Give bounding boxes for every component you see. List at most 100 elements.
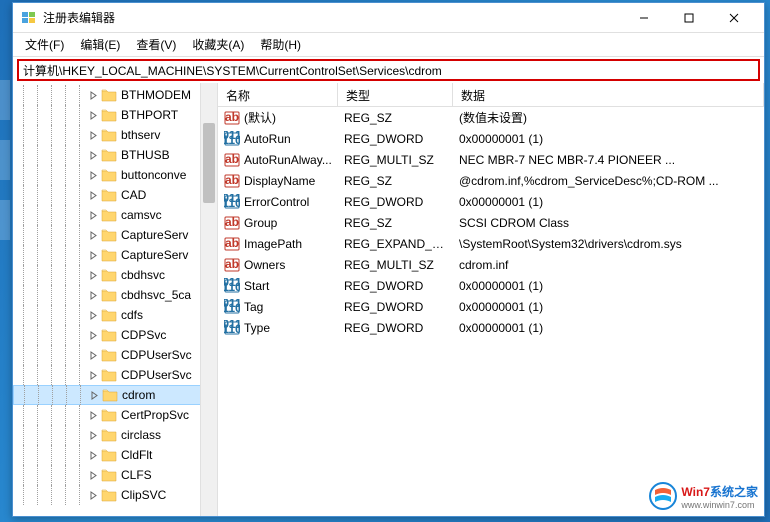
folder-icon — [101, 148, 117, 162]
tree-item-certpropsvc[interactable]: CertPropSvc — [13, 405, 217, 425]
folder-icon — [101, 108, 117, 122]
value-row[interactable]: abImagePathREG_EXPAND_SZ\SystemRoot\Syst… — [218, 233, 764, 254]
chevron-right-icon[interactable] — [87, 489, 99, 501]
header-type[interactable]: 类型 — [338, 83, 453, 106]
tree-item-label: BTHUSB — [121, 148, 170, 162]
app-icon — [21, 10, 37, 26]
tree-item-cdrom[interactable]: cdrom — [13, 385, 217, 405]
value-row[interactable]: abDisplayNameREG_SZ@cdrom.inf,%cdrom_Ser… — [218, 170, 764, 191]
tree-item-label: cbdhsvc_5ca — [121, 288, 191, 302]
tree-item-cad[interactable]: CAD — [13, 185, 217, 205]
tree-item-circlass[interactable]: circlass — [13, 425, 217, 445]
chevron-right-icon[interactable] — [87, 149, 99, 161]
chevron-right-icon[interactable] — [87, 449, 99, 461]
svg-text:110: 110 — [224, 322, 240, 336]
menu-file[interactable]: 文件(F) — [17, 33, 72, 56]
value-row[interactable]: 011110StartREG_DWORD0x00000001 (1) — [218, 275, 764, 296]
svg-text:ab: ab — [225, 236, 239, 250]
value-type: REG_MULTI_SZ — [338, 151, 453, 169]
value-row[interactable]: 011110ErrorControlREG_DWORD0x00000001 (1… — [218, 191, 764, 212]
chevron-right-icon[interactable] — [87, 409, 99, 421]
value-row[interactable]: abOwnersREG_MULTI_SZcdrom.inf — [218, 254, 764, 275]
header-data[interactable]: 数据 — [453, 83, 764, 106]
registry-tree[interactable]: BTHMODEM BTHPORTbthserv BTHUSB buttonconve C… — [13, 83, 217, 507]
watermark-logo-icon — [649, 482, 677, 510]
tree-item-clfs[interactable]: CLFS — [13, 465, 217, 485]
chevron-right-icon[interactable] — [87, 229, 99, 241]
value-type: REG_DWORD — [338, 193, 453, 211]
svg-text:ab: ab — [225, 152, 239, 166]
value-row[interactable]: ab(默认)REG_SZ(数值未设置) — [218, 107, 764, 128]
tree-item-bthusb[interactable]: BTHUSB — [13, 145, 217, 165]
folder-icon — [101, 408, 117, 422]
chevron-right-icon[interactable] — [87, 129, 99, 141]
menu-view[interactable]: 查看(V) — [128, 33, 184, 56]
chevron-right-icon[interactable] — [87, 349, 99, 361]
menu-edit[interactable]: 编辑(E) — [72, 33, 128, 56]
tree-item-captureserv[interactable]: CaptureServ — [13, 225, 217, 245]
tree-item-clipsvc[interactable]: ClipSVC — [13, 485, 217, 505]
scroll-thumb[interactable] — [203, 123, 215, 203]
tree-item-label: BTHMODEM — [121, 88, 191, 102]
chevron-right-icon[interactable] — [87, 89, 99, 101]
svg-text:ab: ab — [225, 110, 239, 124]
chevron-right-icon[interactable] — [87, 109, 99, 121]
tree-item-bthport[interactable]: BTHPORT — [13, 105, 217, 125]
folder-icon — [101, 328, 117, 342]
tree-item-label: buttonconve — [121, 168, 186, 182]
minimize-button[interactable] — [621, 4, 666, 32]
value-name: abImagePath — [218, 234, 338, 254]
address-bar[interactable]: 计算机\HKEY_LOCAL_MACHINE\SYSTEM\CurrentCon… — [17, 59, 760, 81]
chevron-right-icon[interactable] — [87, 189, 99, 201]
value-row[interactable]: abGroupREG_SZSCSI CDROM Class — [218, 212, 764, 233]
tree-item-cbdhsvc_5ca[interactable]: cbdhsvc_5ca — [13, 285, 217, 305]
tree-item-buttonconve[interactable]: buttonconve — [13, 165, 217, 185]
menu-help[interactable]: 帮助(H) — [252, 33, 309, 56]
tree-item-cldflt[interactable]: CldFlt — [13, 445, 217, 465]
tree-item-label: CLFS — [121, 468, 152, 482]
header-name[interactable]: 名称 — [218, 83, 338, 106]
desktop-icons-strip — [0, 0, 12, 522]
chevron-right-icon[interactable] — [87, 249, 99, 261]
chevron-right-icon[interactable] — [87, 429, 99, 441]
value-data: 0x00000001 (1) — [453, 298, 764, 316]
chevron-right-icon[interactable] — [87, 289, 99, 301]
tree-item-label: CldFlt — [121, 448, 152, 462]
tree-item-cbdhsvc[interactable]: cbdhsvc — [13, 265, 217, 285]
tree-item-label: circlass — [121, 428, 161, 442]
chevron-right-icon[interactable] — [87, 209, 99, 221]
chevron-right-icon[interactable] — [87, 269, 99, 281]
tree-item-captureserv[interactable]: CaptureServ — [13, 245, 217, 265]
value-row[interactable]: 011110TagREG_DWORD0x00000001 (1) — [218, 296, 764, 317]
value-data: NEC MBR-7 NEC MBR-7.4 PIONEER ... — [453, 151, 764, 169]
value-name: abOwners — [218, 255, 338, 275]
window-controls — [621, 4, 756, 32]
tree-item-cdfs[interactable]: cdfs — [13, 305, 217, 325]
tree-item-label: CertPropSvc — [121, 408, 189, 422]
value-row[interactable]: 011110TypeREG_DWORD0x00000001 (1) — [218, 317, 764, 338]
tree-item-label: CDPSvc — [121, 328, 166, 342]
tree-item-cdpusersvc[interactable]: CDPUserSvc — [13, 345, 217, 365]
tree-item-bthmodem[interactable]: BTHMODEM — [13, 85, 217, 105]
chevron-right-icon[interactable] — [88, 389, 100, 401]
value-data: 0x00000001 (1) — [453, 319, 764, 337]
tree-item-cdpsvc[interactable]: CDPSvc — [13, 325, 217, 345]
folder-icon — [102, 388, 118, 402]
close-button[interactable] — [711, 4, 756, 32]
tree-scrollbar[interactable] — [200, 83, 217, 516]
chevron-right-icon[interactable] — [87, 309, 99, 321]
tree-item-cdpusersvc[interactable]: CDPUserSvc — [13, 365, 217, 385]
value-data: cdrom.inf — [453, 256, 764, 274]
tree-item-camsvc[interactable]: camsvc — [13, 205, 217, 225]
maximize-button[interactable] — [666, 4, 711, 32]
binary-value-icon: 011110 — [224, 278, 240, 294]
value-row[interactable]: 011110AutoRunREG_DWORD0x00000001 (1) — [218, 128, 764, 149]
tree-item-bthserv[interactable]: bthserv — [13, 125, 217, 145]
chevron-right-icon[interactable] — [87, 169, 99, 181]
chevron-right-icon[interactable] — [87, 469, 99, 481]
menu-favorites[interactable]: 收藏夹(A) — [184, 33, 252, 56]
svg-text:ab: ab — [225, 173, 239, 187]
chevron-right-icon[interactable] — [87, 369, 99, 381]
value-row[interactable]: abAutoRunAlway...REG_MULTI_SZNEC MBR-7 N… — [218, 149, 764, 170]
chevron-right-icon[interactable] — [87, 329, 99, 341]
